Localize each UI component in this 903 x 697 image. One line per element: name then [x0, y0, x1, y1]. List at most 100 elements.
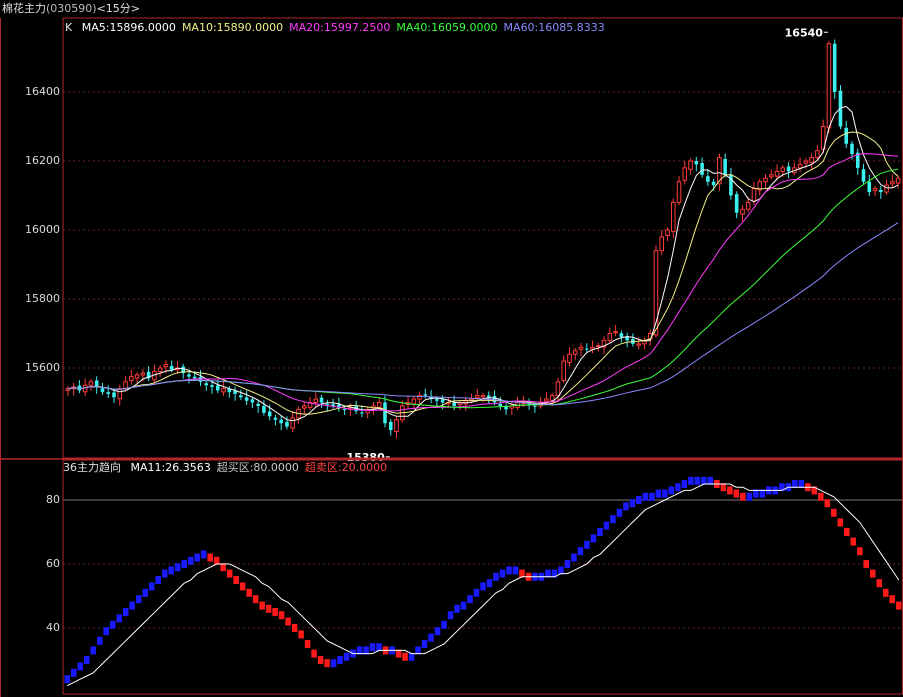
candle-body-25 [210, 385, 214, 387]
candle-body-141 [879, 189, 883, 193]
candle-body-10 [123, 381, 128, 390]
candle-body-30 [239, 395, 243, 398]
indicator-block-16 [168, 566, 174, 575]
indicator-legend-item-2: 超卖区:20.0000 [304, 461, 388, 474]
indicator-block-8 [116, 614, 122, 623]
indicator-block-78 [571, 553, 577, 562]
candle-body-89 [578, 346, 584, 350]
indicator-block-128 [895, 601, 902, 610]
indicator-block-14 [155, 576, 161, 584]
instrument-code: (030590) [46, 2, 97, 15]
candle-body-12 [134, 374, 140, 379]
indicator-block-36 [298, 630, 304, 639]
candle-body-107 [682, 167, 688, 181]
indicator-block-62 [467, 595, 473, 604]
candle-body-125 [786, 166, 791, 172]
ma-legend-items: MA5:15896.0000 MA10:15890.0000 MA20:15997.… [82, 21, 611, 34]
candle-body-95 [613, 331, 618, 334]
y-tick-sub-2: 80 [46, 493, 60, 506]
candle-body-67 [452, 402, 456, 406]
indicator-legend-items: MA11:26.3563 超买区:80.0000 超卖区:20.0000 [131, 461, 394, 474]
indicator-block-27 [239, 582, 246, 591]
candle-body-7 [106, 392, 111, 394]
indicator-block-94 [675, 483, 681, 492]
indicator-block-84 [610, 515, 616, 524]
candle-body-36 [273, 417, 278, 420]
indicator-block-29 [252, 595, 259, 604]
y-tick-main-0: 15600 [25, 361, 60, 374]
ma-legend: K MA5:15896.0000 MA10:15890.0000 MA20:1599… [65, 21, 617, 35]
indicator-block-20 [194, 553, 200, 562]
indicator-block-125 [876, 579, 883, 588]
indicator-block-12 [142, 588, 148, 597]
candle-body-38 [285, 421, 289, 427]
indicator-block-57 [434, 627, 441, 636]
high-price-marker: 16540 [785, 26, 824, 39]
indicator-block-58 [441, 620, 447, 629]
candle-body-114 [723, 158, 727, 175]
indicator-block-2 [77, 662, 84, 671]
ma-legend-item-4: MA60:16085.8333 [503, 21, 605, 34]
indicator-block-80 [584, 540, 590, 549]
candle-body-117 [740, 208, 745, 215]
candle-body-18 [169, 365, 174, 370]
candle-body-41 [301, 405, 307, 409]
period-label: <15分> [96, 2, 141, 15]
candle-body-99 [636, 343, 641, 346]
candle-body-27 [221, 388, 226, 393]
candle-body-54 [376, 402, 382, 408]
candle-body-13 [140, 372, 146, 376]
candle-body-71 [474, 395, 480, 399]
indicator-block-15 [161, 569, 168, 578]
candle-body-128 [803, 160, 809, 164]
candle-body-55 [383, 402, 387, 424]
indicator-block-6 [103, 627, 109, 636]
indicator-block-64 [480, 582, 486, 591]
candle-body-138 [861, 169, 866, 182]
indicator-block-41 [330, 659, 337, 668]
candle-body-92 [596, 345, 601, 348]
indicator-block-105 [746, 492, 753, 501]
indicator-block-123 [863, 560, 870, 568]
candle-body-4 [88, 381, 94, 386]
indicator-block-43 [343, 652, 350, 661]
ma-legend-item-3: MA40:16059.0000 [396, 21, 498, 34]
indicator-legend: 36主力趋向 MA11:26.3563 超买区:80.0000 超卖区:20.000… [63, 461, 399, 475]
candle-body-17 [163, 364, 169, 368]
candle-body-122 [768, 174, 774, 178]
candle-body-65 [440, 399, 445, 403]
candle-body-35 [267, 411, 272, 417]
indicator-block-42 [337, 656, 343, 664]
indicator-block-102 [727, 486, 733, 495]
indicator-block-35 [291, 624, 298, 632]
indicator-block-3 [83, 656, 90, 664]
indicator-block-34 [285, 617, 291, 626]
indicator-block-0 [64, 675, 71, 684]
candle-body-104 [665, 229, 670, 237]
indicator-block-18 [181, 560, 187, 568]
indicator-block-5 [96, 636, 103, 645]
candle-body-46 [331, 404, 335, 406]
indicator-block-55 [421, 640, 428, 648]
y-tick-main-1: 15800 [25, 292, 60, 305]
indicator-block-9 [122, 608, 129, 616]
chart-canvas[interactable]: 1654015380 [0, 0, 903, 697]
indicator-block-60 [454, 604, 460, 613]
candle-body-34 [262, 405, 266, 413]
candle-body-3 [82, 384, 88, 393]
candle-body-60 [411, 398, 417, 405]
candle-body-94 [607, 333, 613, 341]
candle-body-133 [832, 43, 837, 92]
candle-body-105 [670, 201, 676, 232]
indicator-block-30 [259, 601, 265, 610]
candle-body-48 [342, 409, 347, 411]
main-panel-label: K [65, 21, 73, 34]
indicator-block-40 [324, 659, 330, 668]
ma-legend-item-1: MA10:15890.0000 [181, 21, 284, 34]
indicator-block-95 [681, 480, 688, 488]
candle-body-121 [763, 177, 768, 183]
indicator-block-104 [740, 492, 746, 501]
indicator-block-32 [272, 608, 278, 616]
indicator-block-68 [506, 566, 512, 575]
indicator-block-7 [109, 620, 116, 629]
